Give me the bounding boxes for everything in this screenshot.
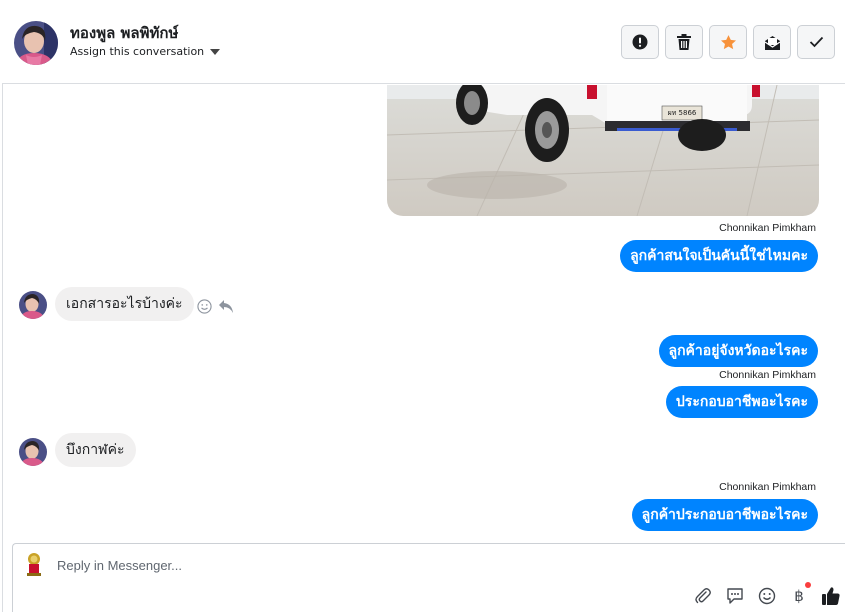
speech-bubble-icon <box>727 588 743 604</box>
mark-unread-button[interactable] <box>753 25 791 59</box>
thumbs-up-icon <box>822 587 840 605</box>
exclamation-icon <box>632 34 648 50</box>
sender-name: Chonnikan Pimkham <box>719 222 816 234</box>
assign-label: Assign this conversation <box>70 45 205 58</box>
sender-name: Chonnikan Pimkham <box>719 481 816 493</box>
composer-tools: ฿ <box>693 582 841 606</box>
caret-down-icon <box>210 48 221 55</box>
conversation-header: ทองพูล พลพิทักษ์ Assign this conversatio… <box>2 4 845 84</box>
baht-icon: ฿ <box>794 587 804 605</box>
reply-composer: ฿ <box>12 543 845 612</box>
emoji-button[interactable] <box>757 586 777 606</box>
attached-photo[interactable]: ผท 5866 <box>387 85 819 216</box>
incoming-message[interactable]: เอกสารอะไรบ้างค่ะ <box>55 287 194 321</box>
message-tools <box>197 299 234 314</box>
license-plate: ผท 5866 <box>668 109 697 117</box>
contact-avatar[interactable] <box>14 21 58 65</box>
outgoing-message[interactable]: ลูกค้าประกอบอาชีพอะไรคะ <box>631 499 818 531</box>
message-thread: ผท 5866 Chonnikan Pimkham ลูกค้าสนใจเป็น… <box>2 85 845 543</box>
attach-button[interactable] <box>693 586 713 606</box>
contact-avatar-small <box>19 438 47 466</box>
reply-input[interactable] <box>57 554 657 576</box>
contact-avatar-small <box>19 291 47 319</box>
star-icon <box>720 34 736 49</box>
smiley-icon <box>758 587 776 605</box>
sender-name: Chonnikan Pimkham <box>719 369 816 381</box>
emoji-react-icon[interactable] <box>197 299 212 314</box>
envelope-icon <box>764 35 780 50</box>
outgoing-message[interactable]: ลูกค้าสนใจเป็นคันนี้ใช่ไหมคะ <box>620 240 818 272</box>
incoming-message[interactable]: บึงกาฬค่ะ <box>55 433 136 467</box>
contact-name[interactable]: ทองพูล พลพิทักษ์ <box>70 21 178 45</box>
delete-button[interactable] <box>665 25 703 59</box>
notification-dot <box>805 582 811 588</box>
header-actions <box>621 25 835 59</box>
assign-conversation-dropdown[interactable]: Assign this conversation <box>70 45 221 58</box>
spam-button[interactable] <box>621 25 659 59</box>
outgoing-message[interactable]: ประกอบอาชีพอะไรคะ <box>665 386 818 418</box>
saved-replies-button[interactable] <box>725 586 745 606</box>
check-icon <box>809 36 823 48</box>
star-button[interactable] <box>709 25 747 59</box>
like-button[interactable] <box>821 586 841 606</box>
outgoing-message[interactable]: ลูกค้าอยู่จังหวัดอะไรคะ <box>658 335 818 367</box>
payment-button[interactable]: ฿ <box>789 582 811 606</box>
mark-done-button[interactable] <box>797 25 835 59</box>
reply-icon[interactable] <box>218 299 234 314</box>
trash-icon <box>677 34 691 50</box>
page-avatar <box>23 552 45 578</box>
paperclip-icon <box>695 588 711 604</box>
